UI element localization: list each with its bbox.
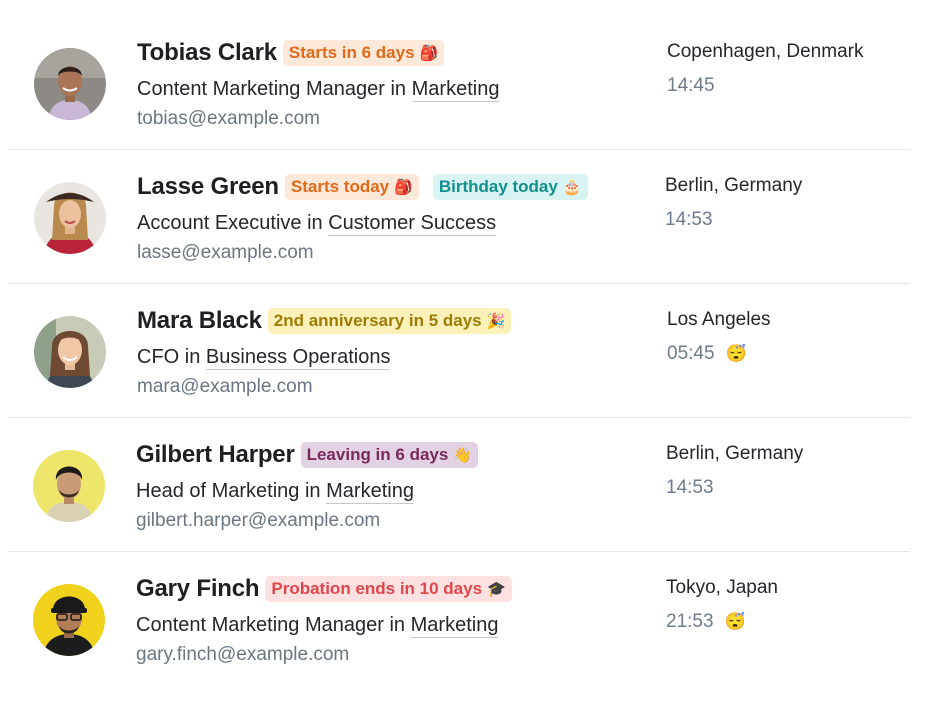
time-value: 14:45 bbox=[667, 75, 715, 96]
location: Berlin, Germany bbox=[665, 175, 803, 196]
department-link[interactable]: Business Operations bbox=[205, 346, 391, 370]
party-popper-icon: 🎉 bbox=[486, 313, 506, 330]
location: Tokyo, Japan bbox=[666, 577, 778, 598]
department-link[interactable]: Marketing bbox=[410, 614, 499, 638]
time-value: 21:53 bbox=[666, 611, 714, 632]
badge-text: Leaving in 6 days bbox=[306, 445, 449, 464]
local-time: 14:53 bbox=[665, 205, 802, 235]
local-time: 05:45 😴 bbox=[667, 339, 771, 369]
person-info: Tobias Clark Starts in 6 days 🎒 Content … bbox=[137, 34, 500, 134]
graduation-cap-icon: 🎓 bbox=[487, 581, 506, 598]
avatar[interactable] bbox=[33, 584, 105, 656]
backpack-icon: 🎒 bbox=[394, 179, 413, 196]
person-name[interactable]: Gary Finch bbox=[136, 575, 260, 603]
person-row: Mara Black 2nd anniversary in 5 days 🎉 C… bbox=[8, 284, 910, 418]
person-info: Mara Black 2nd anniversary in 5 days 🎉 C… bbox=[137, 302, 512, 402]
person-name[interactable]: Mara Black bbox=[137, 307, 262, 335]
probation-badge: Probation ends in 10 days 🎓 bbox=[265, 576, 512, 602]
badge-text: Starts in 6 days bbox=[288, 43, 415, 62]
badge-text: 2nd anniversary in 5 days bbox=[273, 311, 482, 330]
person-meta: Tokyo, Japan 21:53 😴 bbox=[666, 573, 778, 637]
connector-text: in bbox=[184, 346, 201, 368]
time-value: 05:45 bbox=[667, 343, 715, 364]
connector-text: in bbox=[307, 212, 323, 234]
avatar[interactable] bbox=[34, 182, 106, 254]
job-title: Content Marketing Manager bbox=[136, 614, 384, 636]
department-link[interactable]: Customer Success bbox=[328, 212, 497, 236]
avatar-photo bbox=[34, 48, 106, 120]
badge-text: Probation ends in 10 days bbox=[271, 579, 483, 598]
status-badge: Starts today 🎒 bbox=[284, 174, 419, 200]
time-value: 14:53 bbox=[665, 209, 713, 230]
person-name[interactable]: Gilbert Harper bbox=[136, 441, 295, 469]
person-info: Gary Finch Probation ends in 10 days 🎓 C… bbox=[136, 570, 512, 670]
person-meta: Copenhagen, Denmark 14:45 bbox=[667, 37, 863, 101]
local-time: 14:53 bbox=[666, 473, 803, 503]
status-badge: Starts in 6 days 🎒 bbox=[282, 40, 445, 66]
name-line: Gilbert Harper Leaving in 6 days 👋 bbox=[136, 436, 479, 474]
email-link[interactable]: mara@example.com bbox=[137, 372, 511, 402]
role-line: Content Marketing Manager in Marketing bbox=[137, 74, 500, 104]
name-line: Mara Black 2nd anniversary in 5 days 🎉 bbox=[137, 302, 512, 340]
avatar[interactable] bbox=[34, 316, 106, 388]
local-time: 14:45 bbox=[667, 71, 863, 101]
anniversary-badge: 2nd anniversary in 5 days 🎉 bbox=[267, 308, 512, 334]
job-title: Head of Marketing bbox=[136, 480, 300, 502]
connector-text: in bbox=[390, 78, 407, 100]
person-row: Tobias Clark Starts in 6 days 🎒 Content … bbox=[8, 16, 910, 150]
person-row: Gary Finch Probation ends in 10 days 🎓 C… bbox=[8, 552, 910, 686]
person-meta: Berlin, Germany 14:53 bbox=[666, 439, 803, 503]
birthday-cake-icon: 🎂 bbox=[562, 179, 582, 196]
email-link[interactable]: gary.finch@example.com bbox=[136, 640, 512, 670]
sleeping-face-icon: 😴 bbox=[725, 344, 747, 363]
connector-text: in bbox=[389, 614, 406, 636]
role-line: Content Marketing Manager in Marketing bbox=[136, 610, 512, 640]
email-link[interactable]: gilbert.harper@example.com bbox=[136, 506, 478, 536]
connector-text: in bbox=[304, 480, 321, 502]
avatar-photo bbox=[33, 584, 105, 656]
avatar-photo bbox=[33, 450, 105, 522]
location: Berlin, Germany bbox=[666, 443, 804, 464]
location: Los Angeles bbox=[667, 309, 771, 330]
local-time: 21:53 😴 bbox=[666, 607, 778, 637]
birthday-badge: Birthday today 🎂 bbox=[432, 174, 588, 200]
job-title: Account Executive bbox=[137, 212, 302, 234]
sleeping-face-icon: 😴 bbox=[724, 612, 746, 631]
role-line: CFO in Business Operations bbox=[137, 342, 511, 372]
person-meta: Berlin, Germany 14:53 bbox=[665, 171, 802, 235]
people-list: Tobias Clark Starts in 6 days 🎒 Content … bbox=[8, 16, 910, 686]
name-line: Lasse Green Starts today 🎒 Birthday toda… bbox=[137, 168, 588, 206]
person-info: Lasse Green Starts today 🎒 Birthday toda… bbox=[137, 168, 588, 268]
department-link[interactable]: Marketing bbox=[411, 78, 500, 102]
avatar-photo bbox=[34, 316, 106, 388]
email-link[interactable]: tobias@example.com bbox=[137, 104, 499, 134]
waving-hand-icon: 👋 bbox=[453, 447, 473, 464]
location: Copenhagen, Denmark bbox=[667, 41, 864, 62]
person-row: Gilbert Harper Leaving in 6 days 👋 Head … bbox=[8, 418, 910, 552]
person-info: Gilbert Harper Leaving in 6 days 👋 Head … bbox=[136, 436, 479, 536]
email-link[interactable]: lasse@example.com bbox=[137, 238, 588, 268]
avatar[interactable] bbox=[34, 48, 106, 120]
badge-text: Birthday today bbox=[438, 177, 558, 196]
person-name[interactable]: Lasse Green bbox=[137, 173, 279, 201]
job-title: CFO bbox=[137, 346, 180, 368]
job-title: Content Marketing Manager bbox=[137, 78, 385, 100]
backpack-icon: 🎒 bbox=[419, 45, 439, 62]
badge-text: Starts today bbox=[290, 177, 390, 196]
name-line: Gary Finch Probation ends in 10 days 🎓 bbox=[136, 570, 512, 608]
time-value: 14:53 bbox=[666, 477, 714, 498]
person-row: Lasse Green Starts today 🎒 Birthday toda… bbox=[8, 150, 910, 284]
person-name[interactable]: Tobias Clark bbox=[137, 39, 277, 67]
role-line: Account Executive in Customer Success bbox=[137, 208, 588, 238]
leaving-badge: Leaving in 6 days 👋 bbox=[300, 442, 479, 468]
person-meta: Los Angeles 05:45 😴 bbox=[667, 305, 771, 369]
department-link[interactable]: Marketing bbox=[326, 480, 414, 504]
avatar-photo bbox=[34, 182, 106, 254]
name-line: Tobias Clark Starts in 6 days 🎒 bbox=[137, 34, 499, 72]
role-line: Head of Marketing in Marketing bbox=[136, 476, 478, 506]
avatar[interactable] bbox=[33, 450, 105, 522]
